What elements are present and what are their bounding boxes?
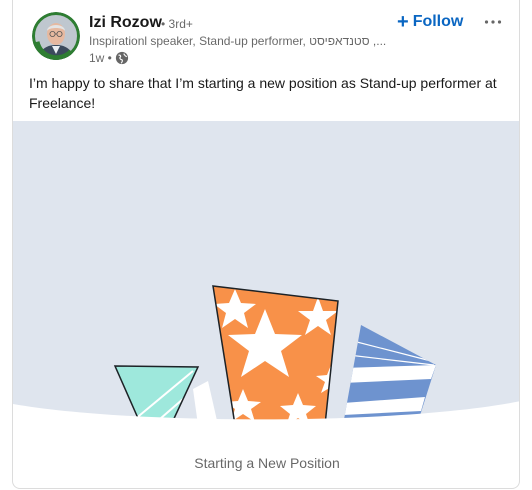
post-text: I’m happy to share that I’m starting a n… (29, 75, 497, 111)
post-time: 1w • (89, 51, 112, 65)
avatar-photo (32, 12, 80, 60)
media-caption[interactable]: Starting a New Position (13, 455, 519, 471)
follow-label: Follow (412, 13, 464, 30)
feed-post: Izi Rozow • 3rd+ Inspirationl speaker, S… (12, 0, 520, 489)
author-headline: Inspirationl speaker, Stand-up performer… (89, 34, 387, 48)
globe-icon (115, 51, 129, 65)
author-name[interactable]: Izi Rozow (89, 14, 162, 32)
more-options-button[interactable] (483, 12, 503, 32)
connection-degree: • 3rd+ (161, 17, 193, 31)
new-position-illustration[interactable] (13, 121, 519, 426)
gift-boxes-illustration (13, 285, 519, 426)
ellipsis-icon (484, 20, 502, 24)
plus-icon: + (397, 11, 409, 33)
author-avatar[interactable] (32, 12, 80, 60)
post-meta: 1w • (89, 50, 129, 66)
follow-button[interactable]: + Follow (397, 11, 463, 33)
